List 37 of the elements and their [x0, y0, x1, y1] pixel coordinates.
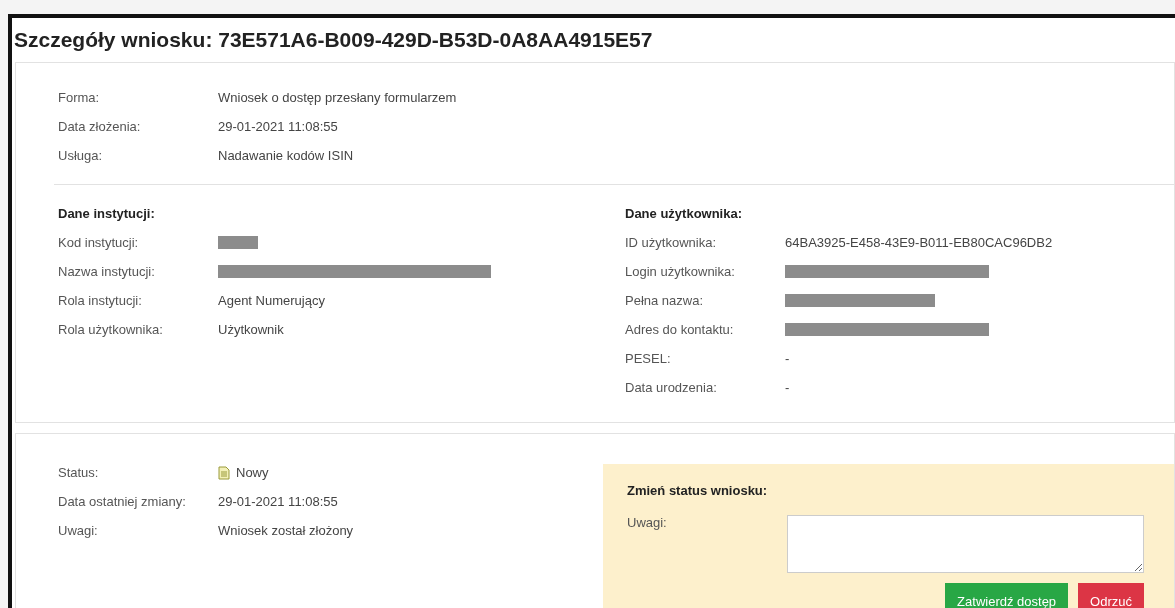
field-label: Login użytkownika:: [625, 264, 736, 279]
reject-button[interactable]: Odrzuć: [1078, 583, 1144, 608]
panel-heading: Zmień status wniosku:: [627, 482, 769, 500]
field-label: Uwagi:: [58, 523, 99, 538]
field-value: 29-01-2021 11:08:55: [218, 494, 338, 509]
field-label: Data złożenia:: [58, 119, 142, 134]
approve-button[interactable]: Zatwierdź dostęp: [945, 583, 1069, 608]
field-value: 64BA3925-E458-43E9-B011-EB80CAC96DB2: [785, 235, 1053, 250]
field-value: Nadawanie kodów ISIN: [218, 148, 354, 163]
redaction-bar: [218, 236, 258, 249]
field-label: Data urodzenia:: [625, 380, 718, 395]
field-label: Nazwa instytucji:: [58, 264, 156, 279]
field-label: Data ostatniej zmiany:: [58, 494, 187, 509]
field-label: ID użytkownika:: [625, 235, 718, 250]
field-label: Adres do kontaktu:: [625, 322, 735, 337]
field-label: Usługa:: [58, 148, 104, 163]
field-label: Pełna nazwa:: [625, 293, 705, 308]
status-value: Nowy: [218, 465, 269, 480]
field-label: PESEL:: [625, 351, 672, 366]
field-label: Status:: [58, 465, 100, 480]
field-label: Uwagi:: [627, 515, 668, 532]
section-heading: Dane instytucji:: [58, 205, 156, 223]
page-title: Szczegóły wniosku: 73E571A6-B009-429D-B53D-0A8AA4915E57: [13, 27, 654, 53]
field-value: 29-01-2021 11:08:55: [218, 119, 338, 134]
document-icon: [218, 465, 230, 480]
field-value: -: [785, 351, 790, 366]
field-label: Kod instytucji:: [58, 235, 140, 250]
remarks-field[interactable]: [787, 515, 1144, 573]
field-value: Użytkownik: [218, 322, 284, 337]
field-label: Rola instytucji:: [58, 293, 143, 308]
field-label: Forma:: [58, 90, 101, 105]
section-heading: Dane użytkownika:: [625, 205, 744, 223]
field-value: Wniosek o dostęp przesłany formularzem: [218, 90, 457, 105]
field-value: Wniosek został złożony: [218, 523, 354, 538]
field-value: -: [785, 380, 790, 395]
field-label: Rola użytkownika:: [58, 322, 164, 337]
field-value: Agent Numerujący: [218, 293, 325, 308]
